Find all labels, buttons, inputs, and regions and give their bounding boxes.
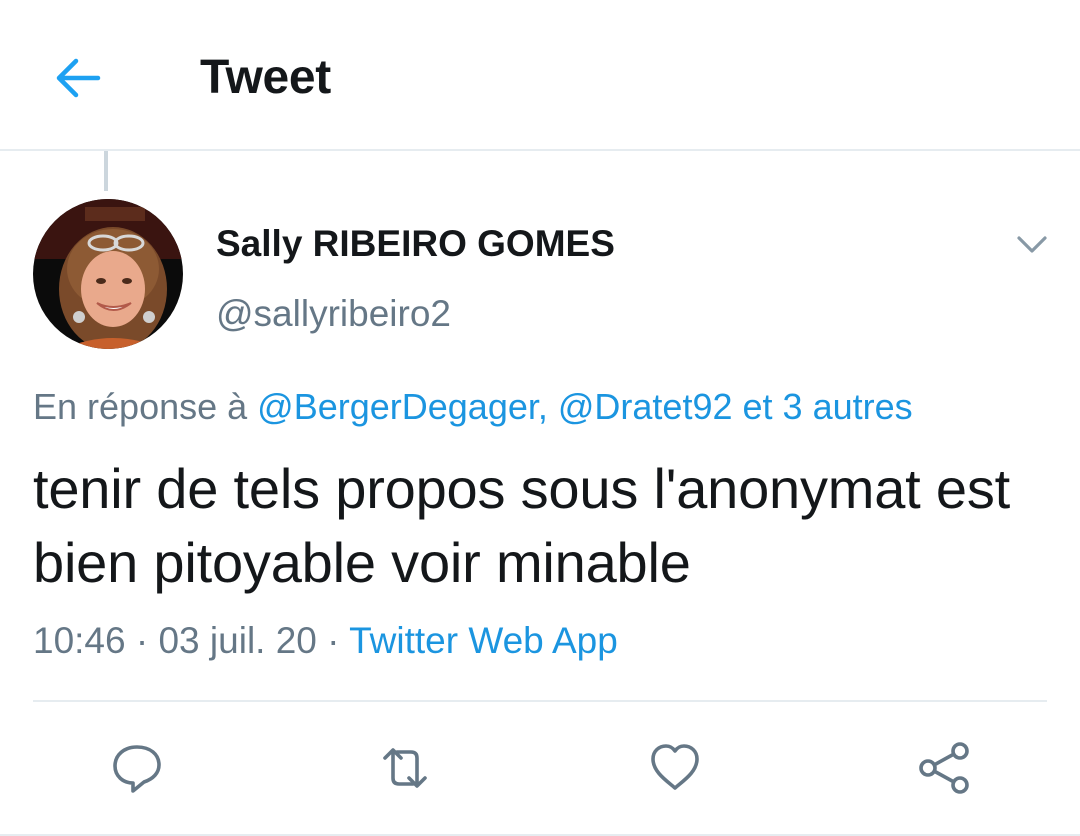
tweet-source-link[interactable]: Twitter Web App: [349, 620, 618, 661]
tweet-menu-button[interactable]: [1008, 220, 1056, 268]
app-header: Tweet: [0, 0, 1080, 151]
share-button[interactable]: [912, 736, 976, 800]
tweet-time: 10:46: [33, 620, 126, 661]
like-button[interactable]: [643, 736, 707, 800]
share-icon: [919, 742, 969, 794]
tweet-date: 03 juil. 20: [158, 620, 317, 661]
author-handle[interactable]: @sallyribeiro2: [216, 292, 451, 336]
reply-others-link[interactable]: et 3 autres: [743, 386, 913, 427]
tweet-text: tenir de tels propos sous l'anonymat est…: [33, 457, 1011, 594]
thread-connector-line: [104, 151, 108, 191]
divider: [33, 700, 1047, 702]
reply-button[interactable]: [105, 736, 169, 800]
meta-separator: ·: [135, 620, 149, 661]
reply-handles-link[interactable]: @BergerDegager, @Dratet92: [257, 386, 732, 427]
author-name[interactable]: Sally RIBEIRO GOMES: [216, 222, 615, 266]
reply-icon: [113, 745, 161, 793]
retweet-button[interactable]: [373, 736, 437, 800]
arrow-left-icon: [56, 58, 101, 98]
reply-context: En réponse à @BergerDegager, @Dratet92 e…: [33, 385, 913, 429]
back-button[interactable]: [40, 40, 116, 116]
chevron-down-icon: [1017, 236, 1047, 253]
meta-separator: ·: [327, 620, 340, 661]
tweet-meta: 10:46 · 03 juil. 20 · Twitter Web App: [33, 618, 618, 664]
page-title: Tweet: [200, 51, 331, 104]
profile-photo: [33, 199, 183, 349]
heart-icon: [651, 744, 699, 790]
avatar[interactable]: [33, 199, 183, 349]
retweet-icon: [383, 748, 427, 788]
reply-prefix: En réponse à: [33, 386, 248, 427]
